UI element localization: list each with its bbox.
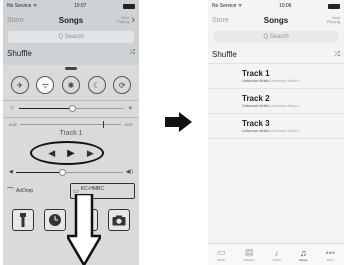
camera-icon[interactable] [108,209,130,231]
song-artist: Unknown Artist [242,128,269,133]
song-title: Track 2 [242,94,270,103]
tab-label: Songs [298,257,308,262]
playlists-icon: ▤ [244,247,254,257]
volume-knob[interactable] [58,168,66,176]
song-row[interactable]: Track 1 Unknown Artist Unknown Album [208,64,344,89]
song-row[interactable]: Track 2 Unknown Artist Unknown Album [208,89,344,114]
song-title: Track 3 [242,119,270,128]
flashlight-icon[interactable] [12,209,34,231]
carrier-label: No Service ᯤ [7,3,38,9]
song-artist: Unknown Artist [242,103,269,108]
right-phone-screen: No Service ᯤ 10:06 Store Songs Now Playi… [208,0,344,265]
shuffle-row[interactable]: Shuffle ⤮ [208,46,344,64]
song-album: Unknown Album [269,128,299,133]
brightness-fill [18,107,72,109]
status-bar: No Service ᯤ 10:06 [208,0,344,12]
shuffle-icon: ⤮ [334,50,340,58]
toggle-row: ✈ ᯤ ✱ ☾ ⟳ [3,70,139,94]
rotation-lock-toggle[interactable]: ⟳ [113,76,132,94]
song-subtitle: Unknown Artist Unknown Album [242,78,344,83]
battery-icon [123,3,135,9]
now-playing-track: Track 1 [59,130,83,137]
shuffle-label: Shuffle [212,50,237,59]
airdrop-label: AirDrop [16,188,33,194]
carrier-label: No Service ᯤ [212,3,243,9]
time-remaining: -0:57 [123,122,133,127]
time-elapsed: 0:02 [9,122,17,127]
battery-icon [328,3,340,9]
artists-icon: ♪ [274,247,280,258]
brightness-knob[interactable] [68,104,76,112]
more-icon: ••• [325,247,335,258]
wifi-toggle[interactable]: ᯤ [36,76,55,94]
scrubber-knob[interactable] [102,121,104,128]
volume-track[interactable] [15,168,123,176]
status-bar: No Service ᯤ 10:07 [3,0,139,12]
scrubber-track[interactable] [19,121,121,128]
songs-icon: ♫ [299,247,307,258]
radio-icon: ▭ [217,247,226,257]
tab-more[interactable]: ••• More [326,248,335,262]
airdrop-icon: ⌒ [7,188,14,195]
airplane-mode-toggle[interactable]: ✈ [10,76,29,94]
brightness-low-icon: ☼ [9,105,15,111]
clock-label: 10:06 [278,3,292,9]
volume-high-icon: ◀)) [125,169,133,175]
search-bar[interactable]: Q Search [8,31,134,43]
tab-label: Playlists [243,258,255,262]
song-subtitle: Unknown Artist Unknown Album [242,128,344,133]
tab-songs[interactable]: ♫ Songs [299,248,308,262]
airdrop-button[interactable]: ⌒ AirDrop [7,186,66,196]
tab-label: More [326,257,334,262]
highlight-ellipse [30,141,104,165]
search-placeholder: Q Search [58,34,84,40]
volume-fill [15,171,61,173]
brightness-track[interactable] [18,104,124,112]
song-album: Unknown Album [269,78,299,83]
bluetooth-toggle[interactable]: ✱ [61,76,80,94]
tab-bar: ▭ Radio ▤ Playlists ♪ Artists ♫ Songs ••… [208,243,344,265]
right-arrow-icon [165,112,192,132]
volume-slider[interactable]: ◀ ◀)) [3,167,139,177]
nav-bar: Store Songs Now Playing › [3,12,139,28]
search-placeholder: Q Search [263,34,289,40]
shuffle-label: Shuffle [7,48,32,58]
song-subtitle: Unknown Artist Unknown Album [242,103,344,108]
page-title: Songs [263,15,289,25]
transport-controls: ◀ ▶ ▶ [3,139,139,167]
tab-artists[interactable]: ♪ Artists [273,248,281,262]
song-album: Unknown Album [269,103,299,108]
song-artist: Unknown Artist [242,78,269,83]
swipe-down-arrow-icon [67,194,101,265]
song-row[interactable]: Track 3 Unknown Artist Unknown Album [208,114,344,139]
page-title: Songs [58,15,84,25]
tab-playlists[interactable]: ▤ Playlists [244,247,255,262]
brightness-slider[interactable]: ☼ ☀ [3,101,139,115]
tab-label: Artists [272,257,281,262]
volume-low-icon: ◀ [9,169,13,175]
shuffle-row[interactable]: Shuffle ⤮ [3,46,139,60]
clock-icon[interactable] [44,209,66,231]
clock-label: 10:07 [73,3,87,9]
nav-bar: Store Songs Now Playing [208,12,344,28]
left-phone-screen: No Service ᯤ 10:07 Store Songs Now Playi… [3,0,139,265]
search-bar[interactable]: Q Search [214,31,338,43]
do-not-disturb-toggle[interactable]: ☾ [87,76,106,94]
tab-label: Radio [217,258,226,262]
song-title: Track 1 [242,69,270,78]
shuffle-icon: ⤮ [129,49,135,56]
tab-radio[interactable]: ▭ Radio [217,247,226,262]
brightness-high-icon: ☀ [127,105,133,112]
scrubber-row: 0:02 -0:57 [3,118,139,128]
